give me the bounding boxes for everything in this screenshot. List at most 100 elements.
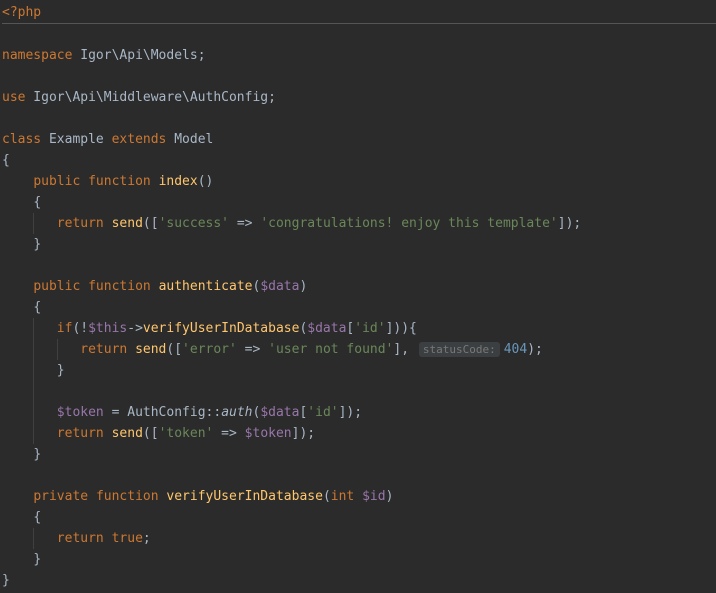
keyword-namespace: namespace [2, 48, 72, 63]
brace-close: } [33, 552, 41, 567]
keyword-return: return [57, 426, 104, 441]
brace-close: } [57, 363, 65, 378]
keyword-return: return [80, 342, 127, 357]
code-line: private function verifyUserInDatabase(in… [2, 486, 716, 507]
brace-open: { [33, 300, 41, 315]
indent-guide [33, 402, 34, 423]
string-value: 'user not found' [268, 342, 393, 357]
indent-guide [33, 339, 34, 360]
php-open-tag: <?php [2, 5, 41, 20]
code-line: } [2, 549, 716, 570]
indent-guide [33, 318, 34, 339]
variable: $token [57, 405, 104, 420]
keyword-return: return [57, 216, 104, 231]
variable: $data [307, 321, 346, 336]
semicolon: ; [268, 90, 276, 105]
code-line: public function authenticate($data) [2, 276, 716, 297]
code-line: <?php [2, 2, 716, 23]
variable: $id [362, 489, 385, 504]
brace-open: { [33, 510, 41, 525]
keyword-public: public [33, 279, 80, 294]
function-call: send [135, 342, 166, 357]
parens: () [198, 174, 214, 189]
parent-class: Model [166, 132, 213, 147]
code-editor[interactable]: <?php namespace Igor\Api\Models; use Igo… [0, 0, 716, 591]
keyword-private: private [33, 489, 88, 504]
code-line [2, 66, 716, 87]
indent-guide [33, 381, 34, 402]
static-call: auth [221, 405, 252, 420]
code-line: use Igor\Api\Middleware\AuthConfig; [2, 87, 716, 108]
bracket: ], [393, 342, 409, 357]
brace-open: { [2, 153, 10, 168]
code-line: return send(['token' => $token]); [2, 423, 716, 444]
code-line [2, 108, 716, 129]
indent-guide [33, 528, 34, 549]
bracket: ]); [339, 405, 362, 420]
brace-open: { [33, 195, 41, 210]
string-key: 'id' [354, 321, 385, 336]
keyword-class: class [2, 132, 41, 147]
indent-guide [33, 423, 34, 444]
arrow: => [213, 426, 244, 441]
variable: $data [260, 405, 299, 420]
method-name: authenticate [159, 279, 253, 294]
type-int: int [331, 489, 354, 504]
bracket: ]); [292, 426, 315, 441]
code-line: { [2, 192, 716, 213]
string-key: 'token' [159, 426, 214, 441]
bracket: ([ [166, 342, 182, 357]
code-line: } [2, 234, 716, 255]
code-line: return send(['error' => 'user not found'… [2, 339, 716, 360]
code-line: $token = AuthConfig::auth($data['id']); [2, 402, 716, 423]
brace-close: } [33, 237, 41, 252]
code-line: return true; [2, 528, 716, 549]
code-line: { [2, 297, 716, 318]
paren: (! [72, 321, 88, 336]
string-key: 'error' [182, 342, 237, 357]
method-name: verifyUserInDatabase [166, 489, 323, 504]
variable: $token [245, 426, 292, 441]
paren: ) [386, 489, 394, 504]
keyword-return: return [57, 531, 104, 546]
brace-close: } [33, 447, 41, 462]
class-name: Example [41, 132, 111, 147]
code-line: { [2, 150, 716, 171]
keyword-function: function [88, 174, 151, 189]
keyword-function: function [96, 489, 159, 504]
keyword-public: public [33, 174, 80, 189]
variable: $data [260, 279, 299, 294]
method-name: index [159, 174, 198, 189]
bracket: ]); [558, 216, 581, 231]
semicolon: ; [143, 531, 151, 546]
code-line [2, 24, 716, 45]
code-line [2, 465, 716, 486]
use-path: Igor\Api\Middleware\AuthConfig [25, 90, 268, 105]
method-call: verifyUserInDatabase [143, 321, 300, 336]
keyword-if: if [57, 321, 73, 336]
paren: ( [323, 489, 331, 504]
bracket: ])){ [386, 321, 417, 336]
function-call: send [112, 216, 143, 231]
code-line: if(!$this->verifyUserInDatabase($data['i… [2, 318, 716, 339]
number-literal: 404 [504, 342, 527, 357]
class-ref: AuthConfig [127, 405, 205, 420]
paren: ); [527, 342, 543, 357]
code-line [2, 381, 716, 402]
indent-guide [33, 360, 34, 381]
arrow: => [237, 342, 268, 357]
code-line: } [2, 570, 716, 591]
keyword-true: true [112, 531, 143, 546]
namespace-path: Igor\Api\Models [72, 48, 197, 63]
string-value: 'congratulations! enjoy this template' [260, 216, 557, 231]
arrow-op: -> [127, 321, 143, 336]
paren: ) [299, 279, 307, 294]
keyword-function: function [88, 279, 151, 294]
indent-guide [33, 213, 34, 234]
keyword-use: use [2, 90, 25, 105]
bracket: ([ [143, 426, 159, 441]
code-line [2, 255, 716, 276]
code-line: namespace Igor\Api\Models; [2, 45, 716, 66]
string-key: 'success' [159, 216, 229, 231]
code-line: public function index() [2, 171, 716, 192]
